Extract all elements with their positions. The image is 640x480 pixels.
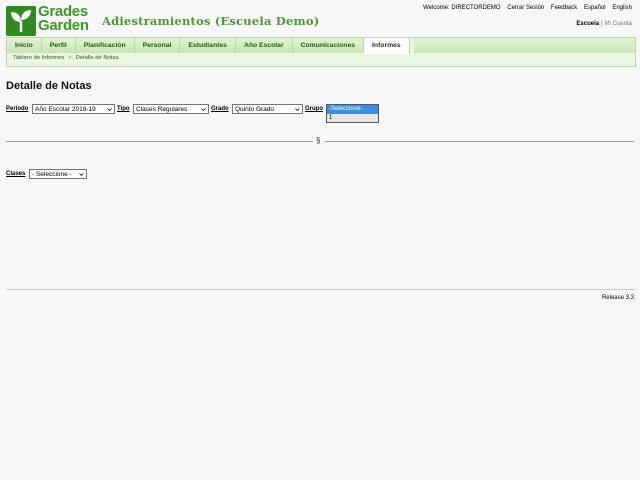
breadcrumb-separator: >	[68, 55, 72, 61]
nav-filler	[414, 38, 635, 53]
chevron-down-icon	[295, 108, 300, 112]
clases-label: Clases	[6, 171, 26, 177]
grado-value: Quinto Grado	[235, 106, 275, 113]
grupo-label: Grupo	[305, 106, 323, 112]
tipo-value: Clases Regulares	[136, 106, 188, 113]
tab-planificacion[interactable]: Planificación	[75, 38, 135, 53]
spanish-link[interactable]: Español	[584, 5, 606, 11]
nav-tabs: Inicio Perfil Planificación Personal Est…	[7, 38, 410, 54]
section-divider-mark: §	[316, 136, 321, 145]
clases-select[interactable]: - Seleccione -	[29, 169, 87, 179]
divider-left	[6, 141, 313, 142]
periodo-value: Año Escolar 2018-19	[35, 106, 96, 113]
tab-perfil[interactable]: Perfil	[41, 38, 76, 53]
tab-informes[interactable]: Informes	[364, 38, 410, 54]
school-link[interactable]: Escuela	[576, 21, 599, 27]
chevron-down-icon	[79, 173, 84, 177]
logo-text: Grades Garden	[38, 3, 89, 34]
footer-divider	[6, 289, 634, 290]
app-title: Adiestramientos (Escuela Demo)	[102, 14, 320, 28]
feedback-link[interactable]: Feedback	[551, 5, 577, 11]
school-links-separator: |	[601, 21, 603, 27]
grado-select[interactable]: Quinto Grado	[232, 104, 303, 114]
tab-ano-escolar[interactable]: Año Escolar	[235, 38, 293, 53]
chevron-down-icon	[107, 108, 112, 112]
sprout-icon	[6, 6, 36, 36]
tipo-select[interactable]: Clases Regulares	[133, 104, 209, 114]
breadcrumb-parent[interactable]: Tablero de Informes	[13, 55, 64, 61]
divider-right	[325, 141, 634, 142]
my-account-link[interactable]: Mi Cuenta	[605, 21, 632, 27]
periodo-select[interactable]: Año Escolar 2018-19	[32, 104, 115, 114]
grado-label: Grado	[211, 106, 229, 112]
logout-link[interactable]: Cerrar Sesión	[507, 5, 544, 11]
breadcrumb: Tablero de Informes > Detalle de Notas	[13, 55, 118, 61]
grupo-option-1[interactable]: 1	[327, 114, 378, 122]
grupo-option-select[interactable]: -Seleccione-	[327, 105, 378, 114]
welcome-text: Welcome: DIRECTORDEMO	[423, 5, 501, 11]
periodo-label: Periodo	[6, 106, 29, 112]
english-link[interactable]: English	[612, 5, 632, 11]
top-links: Welcome: DIRECTORDEMO Cerrar Sesión Feed…	[418, 5, 632, 11]
grupo-listbox[interactable]: -Seleccione- 1	[326, 104, 379, 123]
tab-inicio[interactable]: Inicio	[7, 38, 42, 53]
release-version: Release 3.3	[601, 295, 634, 301]
tab-estudiantes[interactable]: Estudiantes	[180, 38, 236, 53]
chevron-down-icon	[201, 108, 206, 112]
grades-garden-logo[interactable]: Grades Garden	[6, 3, 94, 36]
tab-personal[interactable]: Personal	[134, 38, 181, 53]
clases-value: - Seleccione -	[32, 171, 72, 178]
page-title: Detalle de Notas	[6, 80, 92, 92]
tab-comunicaciones[interactable]: Comunicaciones	[292, 38, 364, 53]
breadcrumb-current: Detalle de Notas	[75, 55, 119, 61]
tipo-label: Tipo	[117, 106, 130, 112]
school-switch: Escuela | Mi Cuenta	[576, 21, 632, 27]
main-nav: Inicio Perfil Planificación Personal Est…	[6, 37, 636, 67]
